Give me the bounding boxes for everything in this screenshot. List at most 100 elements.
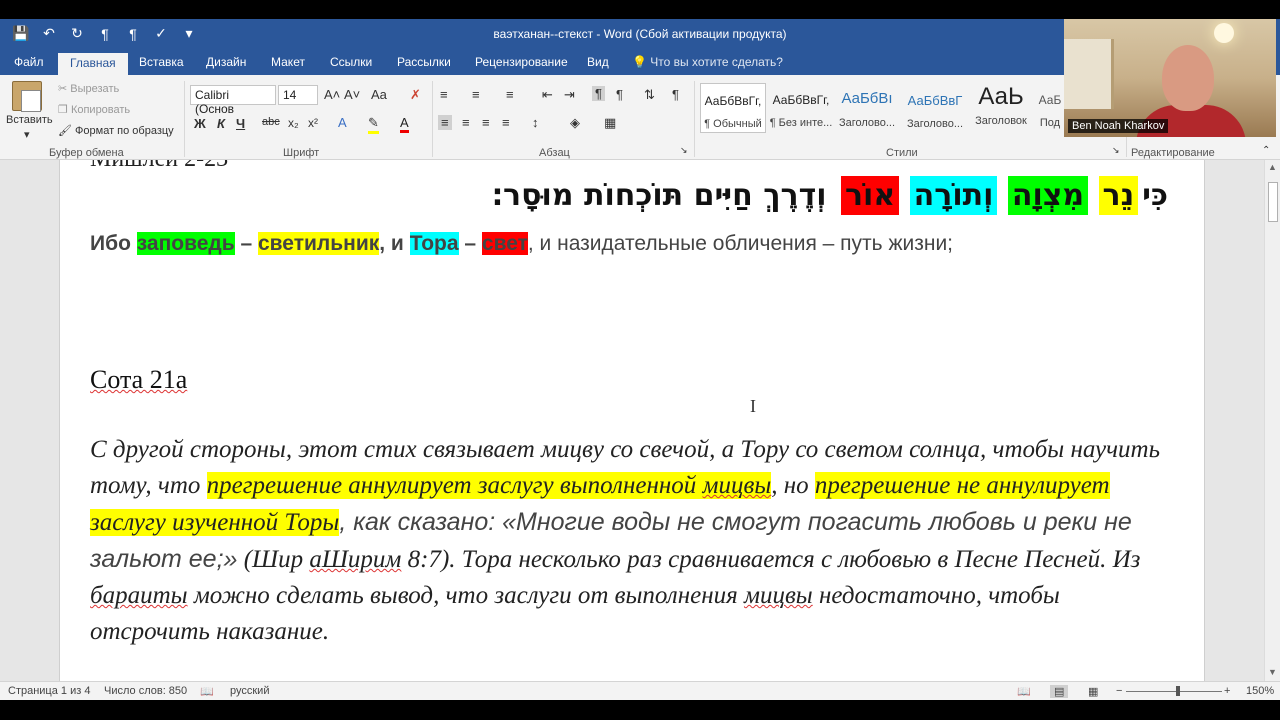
style-title[interactable]: АаЬ Заголовок: [968, 83, 1034, 133]
zoom-slider[interactable]: [1126, 691, 1222, 692]
scissors-icon: ✂: [58, 83, 68, 95]
text-effects-icon[interactable]: A: [338, 115, 347, 130]
clipboard-icon[interactable]: [12, 81, 42, 112]
separator: [694, 81, 695, 157]
style-heading1[interactable]: АаБбВı Заголово...: [834, 83, 900, 133]
print-layout-icon[interactable]: ▤: [1050, 685, 1069, 698]
tell-me-text: Что вы хотите сделать?: [650, 55, 783, 69]
commentary-paragraph: С другой стороны, этот стих связывает ми…: [90, 432, 1180, 650]
style-sample: АаБбВвГг,: [772, 93, 830, 107]
tab-layout[interactable]: Макет: [271, 55, 305, 69]
style-normal[interactable]: АаБбВвГг, ¶ Обычный: [700, 83, 766, 133]
brush-icon: 🖌: [58, 125, 72, 137]
collapse-ribbon-icon[interactable]: ⌃: [1262, 145, 1270, 156]
tab-home[interactable]: Главная: [58, 53, 128, 76]
hebrew-word-torah: וְתוֹרָה: [909, 176, 998, 215]
style-sample: АаБбВı: [841, 90, 893, 107]
font-size-field[interactable]: 14: [278, 85, 318, 105]
clear-formatting-icon[interactable]: ✗: [410, 87, 421, 103]
page-count[interactable]: Страница 1 из 4: [8, 685, 90, 697]
styles-launcher-icon[interactable]: ↘: [1112, 145, 1120, 156]
numbering-icon[interactable]: ≡: [472, 87, 480, 102]
para-part: бараиты: [90, 582, 188, 609]
scroll-down-icon[interactable]: ▼: [1268, 667, 1277, 677]
line-spacing-icon[interactable]: ↕: [532, 115, 539, 130]
style-subtitle[interactable]: АаБ Под: [1036, 83, 1064, 133]
strikethrough-button[interactable]: abc: [262, 116, 280, 128]
copy-icon: ❐: [58, 104, 68, 116]
rtl-direction-icon[interactable]: ¶: [616, 87, 623, 102]
status-bar: Страница 1 из 4 Число слов: 850 📖 русски…: [0, 681, 1280, 700]
zoom-out-icon[interactable]: −: [1116, 685, 1122, 697]
grow-font-button[interactable]: A˄: [324, 87, 340, 102]
font-color-icon[interactable]: A: [400, 115, 409, 133]
web-layout-icon[interactable]: ▦: [1088, 685, 1098, 698]
editing-group-label: Редактирование: [1131, 147, 1215, 159]
align-left-icon[interactable]: ≡: [438, 115, 452, 130]
scroll-up-icon[interactable]: ▲: [1268, 162, 1277, 172]
ru-part: Ибо: [90, 232, 137, 255]
paste-dropdown-icon[interactable]: ▾: [24, 128, 30, 141]
ru-part: –: [234, 232, 258, 255]
style-no-spacing[interactable]: АаБбВвГг, ¶ Без инте...: [768, 83, 834, 133]
proofing-icon[interactable]: 📖: [200, 685, 214, 698]
multilevel-list-icon[interactable]: ≡: [506, 87, 514, 102]
tab-references[interactable]: Ссылки: [330, 55, 372, 69]
sort-icon[interactable]: ⇅: [644, 87, 655, 103]
hebrew-verse: כִּינֵר מִצְוָה וְתוֹרָה אוֹר וְדֶרֶךְ ח…: [488, 176, 1172, 215]
increase-indent-icon[interactable]: ⇥: [564, 87, 575, 103]
paste-button[interactable]: Вставить: [6, 114, 53, 126]
zoom-slider-thumb[interactable]: [1176, 686, 1180, 696]
format-painter-button[interactable]: 🖌 Формат по образцу: [58, 124, 174, 137]
paragraph-launcher-icon[interactable]: ↘: [680, 145, 688, 156]
read-mode-icon[interactable]: 📖: [1017, 685, 1031, 698]
document-page[interactable]: Мишлей 2-23 כִּינֵר מִצְוָה וְתוֹרָה אוֹ…: [59, 160, 1205, 681]
screen-top-edge: [0, 0, 1280, 19]
style-name: ¶ Без инте...: [769, 117, 833, 129]
zoom-level[interactable]: 150%: [1246, 685, 1274, 697]
copy-button[interactable]: ❐ Копировать: [58, 103, 130, 116]
underline-button[interactable]: Ч: [236, 116, 245, 131]
tab-file[interactable]: Файл: [14, 55, 44, 69]
font-name-field[interactable]: Calibri (Основ: [190, 85, 276, 116]
tell-me-search[interactable]: 💡 Что вы хотите сделать?: [632, 55, 783, 69]
tab-design[interactable]: Дизайн: [206, 55, 246, 69]
zoom-in-icon[interactable]: +: [1224, 685, 1230, 697]
webcam-person-head: [1162, 45, 1214, 111]
change-case-button[interactable]: Aa: [371, 87, 387, 102]
bullets-icon[interactable]: ≡: [440, 87, 448, 102]
shading-icon[interactable]: ◈: [570, 115, 580, 131]
tab-view[interactable]: Вид: [587, 55, 609, 69]
subscript-button[interactable]: x₂: [288, 116, 299, 130]
ltr-direction-icon[interactable]: ¶: [592, 86, 605, 101]
italic-button[interactable]: К: [217, 116, 225, 131]
screen-bottom-edge: [0, 700, 1280, 720]
para-part: 8:7). Тора несколько раз сравнивается с …: [401, 546, 1141, 573]
shrink-font-button[interactable]: A˅: [344, 87, 360, 102]
tab-mailings[interactable]: Рассылки: [397, 55, 451, 69]
word-window: 💾 ↶ ↻ ¶ ¶ ✓ ▾ ваэтханан--стекст - Word (…: [0, 0, 1280, 720]
justify-icon[interactable]: ≡: [502, 115, 510, 130]
show-marks-icon[interactable]: ¶: [672, 87, 679, 102]
para-part: мицвы: [743, 582, 813, 609]
vertical-scrollbar[interactable]: ▲ ▼: [1264, 160, 1280, 681]
decrease-indent-icon[interactable]: ⇤: [542, 87, 553, 103]
para-part: можно сделать вывод, что заслуги от выпо…: [187, 582, 744, 609]
scroll-thumb[interactable]: [1268, 182, 1278, 222]
tab-review[interactable]: Рецензирование: [475, 55, 568, 69]
word-count[interactable]: Число слов: 850: [104, 685, 187, 697]
bold-button[interactable]: Ж: [194, 116, 206, 131]
borders-icon[interactable]: ▦: [604, 115, 616, 131]
language[interactable]: русский: [230, 685, 269, 697]
align-center-icon[interactable]: ≡: [462, 115, 470, 130]
style-heading2[interactable]: АаБбВвГ Заголово...: [902, 83, 968, 133]
webcam-overlay: Ben Noah Kharkov: [1064, 19, 1276, 137]
section-heading: Сота 21а: [90, 365, 187, 395]
cut-button[interactable]: ✂ Вырезать: [58, 82, 119, 95]
style-name: Заголово...: [838, 117, 896, 129]
align-right-icon[interactable]: ≡: [482, 115, 490, 130]
cutoff-heading: Мишлей 2-23: [90, 160, 228, 173]
tab-insert[interactable]: Вставка: [139, 55, 184, 69]
superscript-button[interactable]: x²: [308, 116, 318, 130]
highlight-icon[interactable]: ✎: [368, 115, 379, 134]
